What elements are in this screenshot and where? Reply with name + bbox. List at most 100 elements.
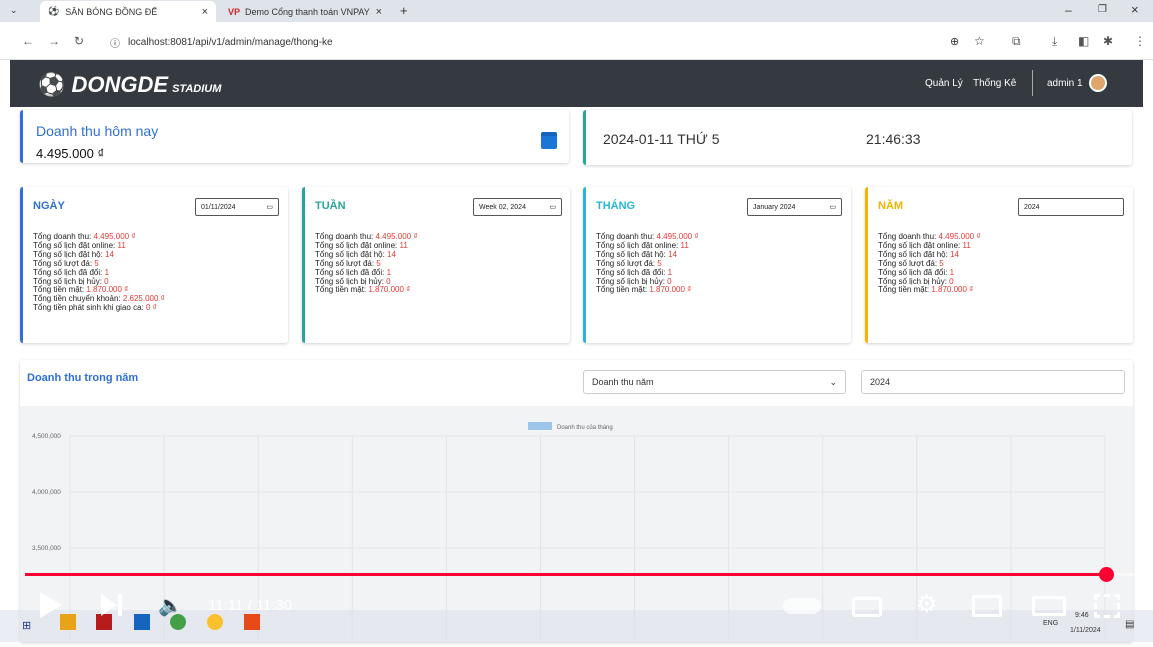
stat-label: Tổng số lịch đặt hộ: [33,249,106,259]
taskbar-app-icon[interactable] [207,614,223,630]
year-input[interactable]: 2024 [861,370,1125,394]
settings-icon[interactable]: ⚙ [916,590,938,619]
stat-label: Tổng số lịch đặt hộ: [315,249,388,259]
stat-card-title: NĂM [878,200,904,212]
stat-value: 1.870.000 ₫ [368,285,411,295]
current-date: 2024-01-11 THỨ 5 [603,131,720,147]
url-text: localhost:8081/api/v1/admin/manage/thong… [128,36,333,48]
stat-label: Tổng tiền mặt: [315,285,369,295]
chart-area: Doanh thu của tháng 4,500,000 4,000,000 3,5… [20,406,1133,642]
stat-list: Tổng doanh thu: 4.495.000 ₫ Tổng số lịch … [33,232,165,313]
taskbar-app-icon[interactable] [244,614,260,630]
url-input[interactable]: ⓘ localhost:8081/api/v1/admin/manage/tho… [102,30,1000,54]
stat-label: Tổng số lượt đá: [878,258,940,268]
subtitles-icon[interactable] [852,597,882,617]
stat-label: Tổng số lịch đã đổi: [596,267,668,277]
current-time: 21:46:33 [866,131,921,147]
legend-swatch[interactable] [528,422,552,430]
clock-card: 2024-01-11 THỨ 5 21:46:33 [583,110,1132,165]
stat-value: 4.495.000 ₫ [375,232,418,241]
video-progress-fill [25,573,1106,576]
back-icon[interactable]: ← [22,34,34,48]
volume-icon[interactable]: 🔈 [158,593,183,618]
forward-icon[interactable]: → [48,34,60,48]
stat-period-input[interactable]: January 2024 ▭ [747,198,842,216]
tab-list-icon[interactable]: ⌄ [10,5,18,16]
menu-icon[interactable]: ⋮ [1134,34,1146,48]
new-tab-icon[interactable]: + [400,3,408,18]
stat-label: Tổng số lịch đặt online: [33,240,118,250]
taskbar-lang[interactable]: ENG [1043,620,1058,627]
stat-label: Tổng số lịch đặt hộ: [596,249,669,259]
bookmark-star-icon[interactable]: ☆ [974,34,985,48]
select-value: Doanh thu năm [592,377,654,387]
stat-row: Tổng tiền phát sinh khi giao ca: 0 ₫ [33,303,165,313]
taskbar-app-icon[interactable] [96,614,112,630]
window-close-icon[interactable]: × [1131,2,1139,17]
notification-icon[interactable]: ▤ [1125,619,1134,630]
download-icon[interactable]: ⤓ [1052,34,1057,49]
brand-logo[interactable]: ⚽ DONGDE STADIUM [38,72,221,98]
autoplay-toggle[interactable] [783,598,821,614]
calendar-icon[interactable]: ▭ [829,203,836,211]
tab-close-icon[interactable]: × [202,6,208,18]
stat-label: Tổng số lịch đặt online: [596,240,681,250]
maximize-icon[interactable]: ❐ [1098,4,1107,15]
taskbar-app-icon[interactable] [134,614,150,630]
calendar-icon[interactable]: ▭ [549,203,556,211]
user-name[interactable]: admin 1 [1047,78,1083,89]
start-icon[interactable]: ⊞ [22,619,31,632]
calendar-icon[interactable] [541,132,557,149]
video-progress-bar[interactable] [25,567,1137,582]
stat-label: Tổng tiền mặt: [596,285,650,295]
stat-value: 4.495.000 ₫ [93,232,136,241]
stat-label: Tổng tiền mặt: [33,285,87,295]
stat-period-value: 01/11/2024 [201,203,236,211]
stat-value: 11 [962,240,971,250]
stat-period-value: January 2024 [753,203,796,211]
revenue-type-select[interactable]: Doanh thu năm ⌄ [583,370,846,394]
stat-value: 0 [667,276,672,286]
fullscreen-icon[interactable] [1094,594,1120,618]
stat-label: Tổng số lịch bị hủy: [596,276,668,286]
stat-value: 1 [949,267,955,277]
stat-label: Tổng số lịch đặt online: [878,240,963,250]
tab-san-bong[interactable]: ⚽ SÂN BÓNG ĐỒNG ĐẾ × [40,1,216,22]
calendar-icon[interactable]: ▭ [266,203,273,211]
taskbar-app-icon[interactable] [60,614,76,630]
stat-period-input[interactable]: 01/11/2024 ▭ [195,198,279,216]
stat-period-input[interactable]: 2024 [1018,198,1124,216]
stat-value: 2.625.000 ₫ [122,294,165,304]
profile-icon[interactable]: ✱ [1103,34,1113,48]
stat-period-input[interactable]: Week 02, 2024 ▭ [473,198,562,216]
site-info-icon[interactable]: ⓘ [110,35,120,50]
stat-value: 0 ₫ [145,303,157,313]
minimize-icon[interactable]: – [1065,3,1072,17]
stat-row: Tổng tiền mặt: 1.870.000 ₫ [596,285,698,295]
tab-close-icon[interactable]: × [376,6,382,18]
play-icon[interactable] [40,592,62,618]
stat-period-value: Week 02, 2024 [479,203,526,211]
avatar[interactable] [1089,74,1107,92]
tab-vnpay[interactable]: VP Demo Cổng thanh toán VNPAY × [220,1,390,22]
legend-label: Doanh thu của tháng [557,424,613,431]
theater-icon[interactable] [1032,596,1066,616]
stat-row: Tổng tiền mặt: 1.870.000 ₫ [878,285,980,295]
side-panel-icon[interactable]: ◧ [1078,34,1089,48]
stat-label: Tổng doanh thu: [33,232,94,241]
stat-value: 14 [668,249,677,259]
stat-label: Tổng tiền chuyển khoản: [33,294,123,304]
miniplayer-icon[interactable] [972,595,1002,617]
taskbar-time[interactable]: 9:46 [1075,612,1089,619]
video-scrubber-knob[interactable] [1098,567,1114,582]
next-icon[interactable] [101,594,117,616]
zoom-icon[interactable]: ⊕ [950,35,959,48]
taskbar-date[interactable]: 1/11/2024 [1070,627,1101,634]
nav-quan-ly[interactable]: Quản Lý [925,78,963,89]
extensions-icon[interactable]: ⧉ [1012,34,1021,49]
nav-thong-ke[interactable]: Thống Kê [973,78,1016,89]
reload-icon[interactable]: ↻ [74,34,84,48]
stat-value: 14 [950,249,959,259]
stat-label: Tổng tiền mặt: [878,285,932,295]
stat-card-title: THÁNG [596,200,636,212]
